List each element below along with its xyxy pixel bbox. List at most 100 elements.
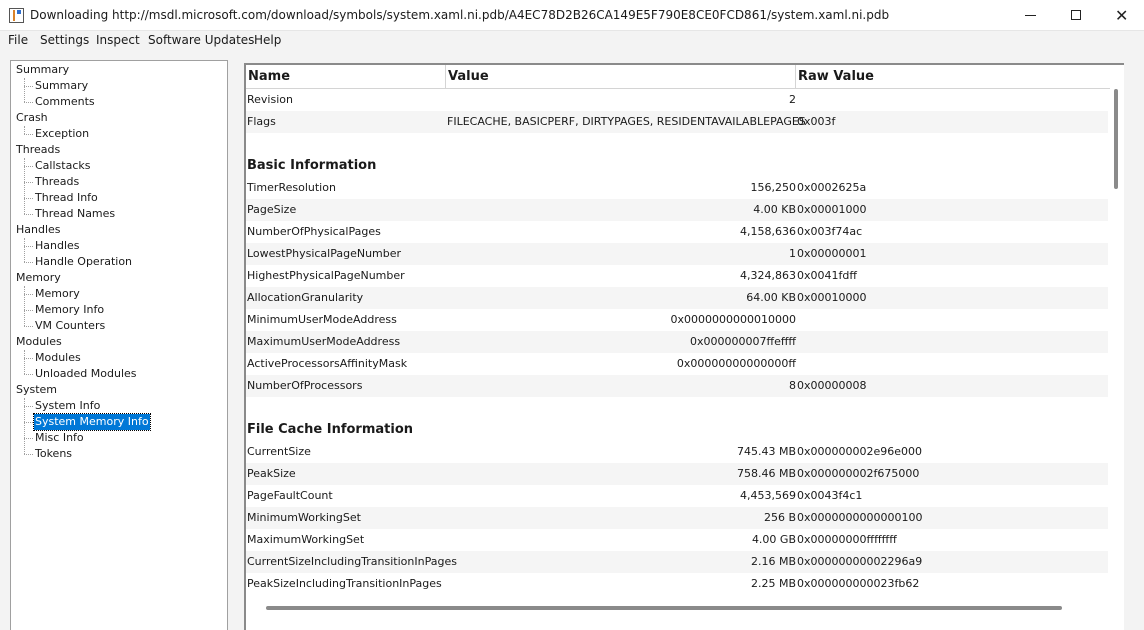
tree-item-tokens[interactable]: Tokens: [34, 446, 73, 462]
table-row[interactable]: Revision 2: [246, 89, 1108, 111]
tree-item-thread-info[interactable]: Thread Info: [34, 190, 99, 206]
table-row[interactable]: AllocationGranularity 64.00 KB 0x00010000: [246, 287, 1108, 309]
tree-node-summary[interactable]: Summary: [16, 62, 69, 78]
table-row[interactable]: HighestPhysicalPageNumber 4,324,863 0x0041…: [246, 265, 1108, 287]
menu-software-updates[interactable]: Software Updates: [148, 33, 254, 47]
table-row[interactable]: CurrentSizeIncludingTransitionInPages 2.1…: [246, 551, 1108, 573]
cell-raw-value: 0x00000008: [797, 379, 867, 392]
column-header-raw-value[interactable]: Raw Value: [796, 65, 1110, 89]
cell-name: PeakSizeIncludingTransitionInPages: [247, 577, 442, 590]
tree-item-callstacks[interactable]: Callstacks: [34, 158, 91, 174]
menu-inspect[interactable]: Inspect: [96, 33, 140, 47]
menu-file[interactable]: File: [8, 33, 28, 47]
tree-item-exception[interactable]: Exception: [34, 126, 90, 142]
minimize-button[interactable]: [1007, 0, 1053, 31]
cell-value: FILECACHE, BASICPERF, DIRTYPAGES, RESIDE…: [447, 115, 806, 128]
cell-raw-value: 0x003f74ac: [797, 225, 863, 238]
tree-guide-line: [24, 350, 25, 374]
table-row[interactable]: PeakSizeIncludingTransitionInPages 2.25 M…: [246, 573, 1108, 595]
tree-connector: [24, 438, 33, 439]
cell-value: 2: [789, 93, 796, 106]
vertical-scrollbar[interactable]: [1110, 89, 1124, 600]
menu-help[interactable]: Help: [254, 33, 281, 47]
tree-node-modules[interactable]: Modules: [16, 334, 62, 350]
tree-item-vm-counters[interactable]: VM Counters: [34, 318, 106, 334]
tree-item-memory[interactable]: Memory: [34, 286, 81, 302]
tree-node-system[interactable]: System: [16, 382, 57, 398]
tree-item-handle-operation[interactable]: Handle Operation: [34, 254, 133, 270]
tree-guide-line: [24, 126, 25, 134]
cell-value: 2.16 MB: [750, 555, 796, 568]
tree-connector: [24, 310, 33, 311]
table-row[interactable]: NumberOfProcessors 8 0x00000008: [246, 375, 1108, 397]
cell-name: NumberOfPhysicalPages: [247, 225, 381, 238]
tree-item-thread-names[interactable]: Thread Names: [34, 206, 116, 222]
table-row[interactable]: ActiveProcessorsAffinityMask 0x0000000000…: [246, 353, 1108, 375]
tree-node-threads[interactable]: Threads: [16, 142, 60, 158]
tree-node-handles[interactable]: Handles: [16, 222, 61, 238]
table-row[interactable]: MinimumWorkingSet 256 B 0x0000000000000100: [246, 507, 1108, 529]
tree-guide-line: [24, 158, 25, 214]
cell-name: Flags: [247, 115, 276, 128]
column-header-name[interactable]: Name: [246, 65, 446, 89]
horizontal-scrollbar[interactable]: [246, 600, 1110, 614]
tree-item-summary[interactable]: Summary: [34, 78, 89, 94]
tree-node-memory[interactable]: Memory: [16, 270, 61, 286]
cell-value: 4,324,863: [740, 269, 796, 282]
cell-raw-value: 0x0002625a: [797, 181, 867, 194]
close-button[interactable]: ✕: [1099, 0, 1144, 31]
cell-name: NumberOfProcessors: [247, 379, 363, 392]
navigation-tree[interactable]: Summary Summary Comments Crash Exception Thre…: [10, 60, 228, 630]
vertical-scrollbar-thumb[interactable]: [1114, 89, 1118, 189]
cell-value: 4.00 GB: [751, 533, 796, 546]
tree-item-memory-info[interactable]: Memory Info: [34, 302, 105, 318]
tree-item-system-info[interactable]: System Info: [34, 398, 101, 414]
maximize-button[interactable]: [1053, 0, 1099, 31]
cell-name: MinimumWorkingSet: [247, 511, 361, 524]
cell-name: AllocationGranularity: [247, 291, 364, 304]
details-grid: Name Value Raw Value Revision 2 Flags FILEC…: [244, 63, 1124, 630]
table-row[interactable]: CurrentSize 745.43 MB 0x000000002e96e000: [246, 441, 1108, 463]
cell-value: 0x000000007ffeffff: [690, 335, 796, 348]
table-row[interactable]: MinimumUserModeAddress 0x0000000000010000: [246, 309, 1108, 331]
cell-raw-value: 0x0043f4c1: [797, 489, 863, 502]
cell-raw-value: 0x000000000023fb62: [797, 577, 920, 590]
tree-guide-line: [24, 238, 25, 262]
cell-raw-value: 0x00000000ffffffff: [797, 533, 897, 546]
cell-value: 4.00 KB: [753, 203, 796, 216]
tree-item-system-memory-info[interactable]: System Memory Info: [33, 413, 151, 431]
cell-raw-value: 0x003f: [797, 115, 836, 128]
horizontal-scrollbar-thumb[interactable]: [266, 606, 1062, 610]
cell-value: 0x0000000000010000: [670, 313, 797, 326]
cell-value: 64.00 KB: [746, 291, 796, 304]
tree-item-handles[interactable]: Handles: [34, 238, 81, 254]
tree-connector: [24, 422, 33, 423]
table-row[interactable]: PeakSize 758.46 MB 0x000000002f675000: [246, 463, 1108, 485]
table-row[interactable]: NumberOfPhysicalPages 4,158,636 0x003f74ac: [246, 221, 1108, 243]
tree-item-unloaded-modules[interactable]: Unloaded Modules: [34, 366, 138, 382]
column-header-value[interactable]: Value: [446, 65, 796, 89]
cell-raw-value: 0x000000002f675000: [797, 467, 920, 480]
menu-bar: File Settings Inspect Software Updates H…: [0, 31, 1144, 51]
table-row[interactable]: PageFaultCount 4,453,569 0x0043f4c1: [246, 485, 1108, 507]
tree-item-threads[interactable]: Threads: [34, 174, 80, 190]
blank-row: [246, 133, 1108, 155]
tree-item-misc-info[interactable]: Misc Info: [34, 430, 85, 446]
table-row[interactable]: MaximumUserModeAddress 0x000000007ffeffff: [246, 331, 1108, 353]
cell-name: LowestPhysicalPageNumber: [247, 247, 402, 260]
cell-name: CurrentSize: [247, 445, 311, 458]
cell-name: CurrentSizeIncludingTransitionInPages: [247, 555, 457, 568]
cell-value: 1: [789, 247, 796, 260]
tree-node-crash[interactable]: Crash: [16, 110, 48, 126]
tree-item-modules[interactable]: Modules: [34, 350, 82, 366]
cell-value: 256 B: [763, 511, 796, 524]
table-row[interactable]: MaximumWorkingSet 4.00 GB 0x00000000ffffff…: [246, 529, 1108, 551]
tree-item-comments[interactable]: Comments: [34, 94, 96, 110]
tree-connector: [24, 198, 33, 199]
table-row[interactable]: TimerResolution 156,250 0x0002625a: [246, 177, 1108, 199]
menu-settings[interactable]: Settings: [40, 33, 89, 47]
cell-name: PageSize: [247, 203, 297, 216]
table-row[interactable]: PageSize 4.00 KB 0x00001000: [246, 199, 1108, 221]
table-row[interactable]: Flags FILECACHE, BASICPERF, DIRTYPAGES, R…: [246, 111, 1108, 133]
table-row[interactable]: LowestPhysicalPageNumber 1 0x00000001: [246, 243, 1108, 265]
